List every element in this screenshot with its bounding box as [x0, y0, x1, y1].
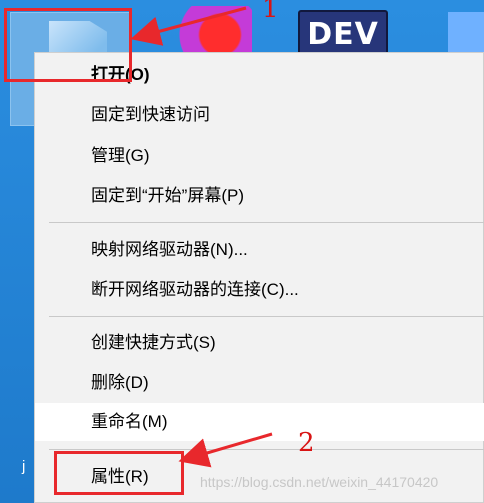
- menu-item-manage[interactable]: 管理(G): [35, 137, 484, 175]
- menu-item-pin-quick-access[interactable]: 固定到快速访问: [35, 96, 484, 134]
- menu-separator: [49, 222, 484, 223]
- menu-item-create-shortcut[interactable]: 创建快捷方式(S): [35, 324, 484, 362]
- annotation-number-2: 2: [298, 428, 315, 458]
- app-desktop-icon[interactable]: [172, 6, 252, 54]
- menu-item-pin-start[interactable]: 固定到“开始”屏幕(P): [35, 177, 484, 215]
- menu-item-rename[interactable]: 重命名(M): [35, 403, 484, 441]
- desktop-icon-label: j: [22, 458, 26, 475]
- context-menu: 打开(O) 固定到快速访问 管理(G) 固定到“开始”屏幕(P) 映射网络驱动器…: [34, 52, 484, 503]
- menu-item-delete[interactable]: 删除(D): [35, 364, 484, 402]
- menu-separator: [49, 316, 484, 317]
- menu-separator: [49, 449, 484, 450]
- annotation-number-1: 1: [262, 0, 279, 24]
- highlight-box-properties: [54, 451, 184, 495]
- menu-item-map-network-drive[interactable]: 映射网络驱动器(N)...: [35, 231, 484, 269]
- watermark-text: https://blog.csdn.net/weixin_44170420: [200, 474, 439, 490]
- menu-item-disconnect-network-drive[interactable]: 断开网络驱动器的连接(C)...: [35, 271, 484, 309]
- highlight-box-this-pc: [4, 8, 132, 82]
